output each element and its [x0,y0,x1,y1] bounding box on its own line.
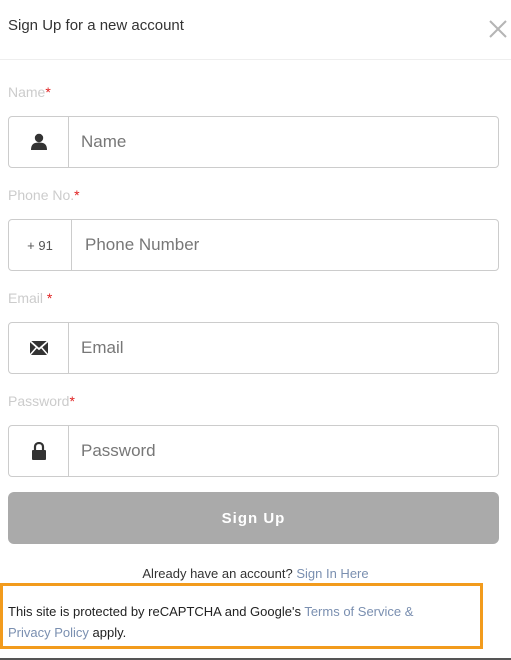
name-label: Name* [8,84,51,100]
email-input[interactable] [81,323,491,373]
required-mark: * [74,187,80,203]
sign-in-link[interactable]: Sign In Here [296,566,368,581]
required-mark: * [45,84,51,100]
lock-icon [31,442,46,460]
password-input[interactable] [81,426,491,476]
password-label-text: Password [8,393,70,409]
password-field [8,425,499,477]
phone-field: + 91 [8,219,499,271]
modal-header: Sign Up for a new account [0,0,511,60]
close-icon[interactable] [486,17,510,41]
signin-prompt-line: Already have an account? Sign In Here [0,566,511,581]
recaptcha-notice: This site is protected by reCAPTCHA and … [0,583,483,649]
sign-up-button[interactable]: Sign Up [8,492,499,544]
privacy-policy-link[interactable]: Privacy Policy [8,625,89,640]
required-mark: * [69,393,75,409]
email-label-text: Email [8,290,47,306]
envelope-icon [28,340,49,356]
password-addon [9,426,69,476]
name-addon [9,117,69,167]
recaptcha-apply-text: apply. [88,625,127,640]
user-icon [30,133,47,150]
name-input[interactable] [81,117,491,167]
name-label-text: Name [8,84,46,100]
email-addon [9,323,69,373]
terms-of-service-link[interactable]: Terms of Service & [304,604,413,619]
name-field [8,116,499,168]
modal-title: Sign Up for a new account [8,17,184,34]
email-label: Email * [8,290,52,306]
phone-label: Phone No.* [8,187,80,203]
required-mark: * [46,290,53,306]
phone-input[interactable] [85,220,495,270]
signup-modal: Sign Up for a new account Name* Phone No… [0,0,511,660]
phone-label-text: Phone No. [8,187,75,203]
email-field [8,322,499,374]
country-code: + 91 [9,220,72,270]
signin-prompt: Already have an account? [142,566,293,581]
recaptcha-text: This site is protected by reCAPTCHA and … [8,604,305,619]
password-label: Password* [8,393,75,409]
